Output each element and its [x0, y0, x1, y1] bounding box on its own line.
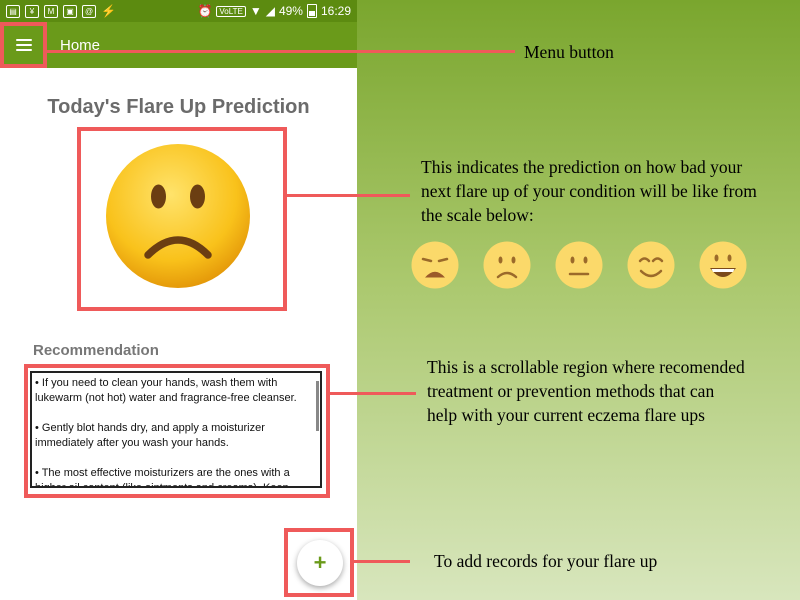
menu-highlight	[0, 22, 47, 68]
prediction-annotation: This indicates the prediction on how bad…	[421, 157, 757, 225]
flare-scale	[410, 240, 748, 290]
neutral-face-icon	[555, 241, 603, 289]
status-right: ⏰ VoLTE ▼ ◢ 49% 16:29	[197, 4, 357, 18]
add-highlight	[284, 528, 354, 597]
message-icon: ▤	[6, 4, 20, 18]
menu-connector	[47, 50, 515, 53]
shopping-icon: ¥	[25, 4, 39, 18]
app-bar: Home	[0, 22, 357, 68]
annotation-background	[357, 0, 800, 600]
status-bar: ▤ ¥ M ▣ @ ⚡ ⏰ VoLTE ▼ ◢ 49% 16:29	[0, 0, 357, 22]
at-icon: @	[82, 4, 96, 18]
smiling-face-icon	[627, 241, 675, 289]
grinning-face-icon	[699, 241, 747, 289]
photo-icon: ▣	[63, 4, 77, 18]
add-connector	[354, 560, 410, 563]
recommendation-connector	[330, 392, 416, 395]
notification-icons: ▤ ¥ M ▣ @ ⚡	[0, 4, 116, 18]
prediction-highlight	[77, 127, 287, 311]
clock: 16:29	[320, 4, 351, 18]
gmail-icon: M	[44, 4, 58, 18]
add-annotation: To add records for your flare up	[434, 551, 658, 571]
activity-icon: ⚡	[101, 4, 116, 18]
weary-face-icon	[411, 241, 459, 289]
recommendation-highlight	[24, 364, 330, 498]
battery-icon	[306, 4, 317, 18]
recommendation-annotation: This is a scrollable region where recome…	[427, 357, 745, 425]
alarm-icon: ⏰	[197, 4, 213, 18]
menu-annotation: Menu button	[524, 42, 614, 62]
battery-percent: 49%	[278, 4, 303, 18]
signal-icon: ◢	[265, 4, 275, 18]
frowning-face-icon	[483, 241, 531, 289]
recommendation-label: Recommendation	[33, 342, 159, 359]
wifi-icon: ▼	[249, 4, 262, 18]
volte-badge: VoLTE	[216, 5, 246, 17]
page-title: Today's Flare Up Prediction	[47, 96, 310, 118]
prediction-connector	[287, 194, 410, 197]
